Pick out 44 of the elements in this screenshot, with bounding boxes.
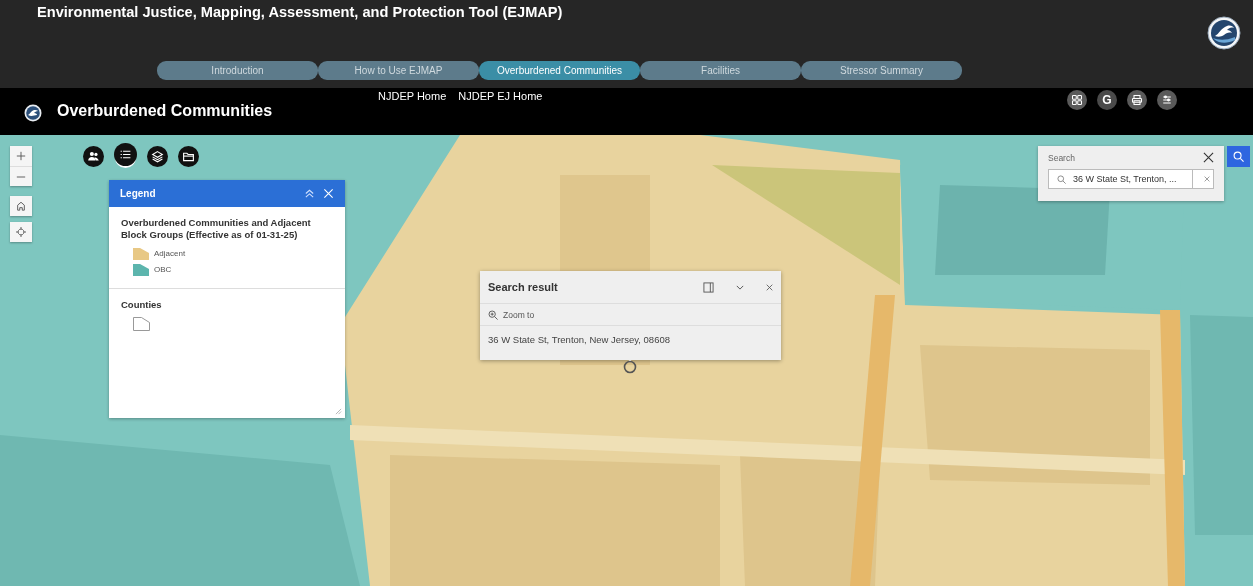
legend-title: Legend — [120, 188, 157, 199]
print-button[interactable] — [1127, 90, 1147, 110]
home-button[interactable] — [10, 196, 32, 216]
app-title: Environmental Justice, Mapping, Assessment, and Protection Tool (EJMAP) — [37, 4, 564, 20]
search-label: Search — [1048, 152, 1075, 163]
folder-icon — [182, 150, 195, 163]
nav-link[interactable]: NJDEP Home — [378, 90, 447, 102]
search-field[interactable]: 36 W State St, Trenton, ... — [1048, 169, 1214, 189]
crosshair-icon — [16, 227, 26, 237]
zoom-in-icon — [488, 309, 498, 320]
outline-swatch — [133, 317, 150, 332]
list-icon — [119, 148, 132, 161]
collapse-icon[interactable] — [736, 284, 744, 290]
grid-button[interactable] — [1067, 90, 1087, 110]
grid-icon — [1071, 94, 1083, 106]
plus-icon — [16, 151, 26, 161]
locate-button[interactable] — [10, 222, 32, 242]
sliders-icon — [1161, 94, 1173, 106]
zoom-to-button[interactable]: Zoom to — [488, 309, 535, 320]
nav-link[interactable]: NJDEP EJ Home — [458, 90, 543, 102]
search-icon — [1057, 174, 1066, 184]
list-button[interactable] — [1157, 90, 1177, 110]
layers-icon — [151, 150, 164, 163]
print-icon — [1131, 94, 1143, 106]
search-icon — [1233, 151, 1244, 162]
globe-icon — [24, 104, 42, 122]
nav-tab[interactable]: Overburdened Communities — [479, 61, 640, 80]
close-icon[interactable] — [1203, 152, 1214, 163]
legend-label: OBC — [154, 265, 172, 275]
globe-logo-icon — [1207, 16, 1241, 50]
legend-label: Adjacent — [154, 249, 186, 259]
search-button[interactable] — [1227, 146, 1250, 167]
page-title: Overburdened Communities — [57, 102, 274, 120]
people-icon — [87, 150, 100, 163]
popup-title: Search result — [488, 281, 559, 293]
home-icon — [16, 201, 26, 211]
layer-title: Counties — [121, 298, 163, 312]
clear-icon — [1204, 176, 1210, 182]
resize-handle-icon[interactable] — [335, 408, 342, 415]
layer-title: Overburdened Communities and Adjacent Block Groups (Effective as of 01-31-25) — [121, 217, 312, 242]
dock-icon[interactable] — [703, 281, 714, 293]
close-icon[interactable] — [766, 283, 773, 291]
letter-button[interactable]: G — [1097, 90, 1117, 110]
popup-content: 36 W State St, Trenton, New Jersey, 08608 — [487, 333, 671, 347]
